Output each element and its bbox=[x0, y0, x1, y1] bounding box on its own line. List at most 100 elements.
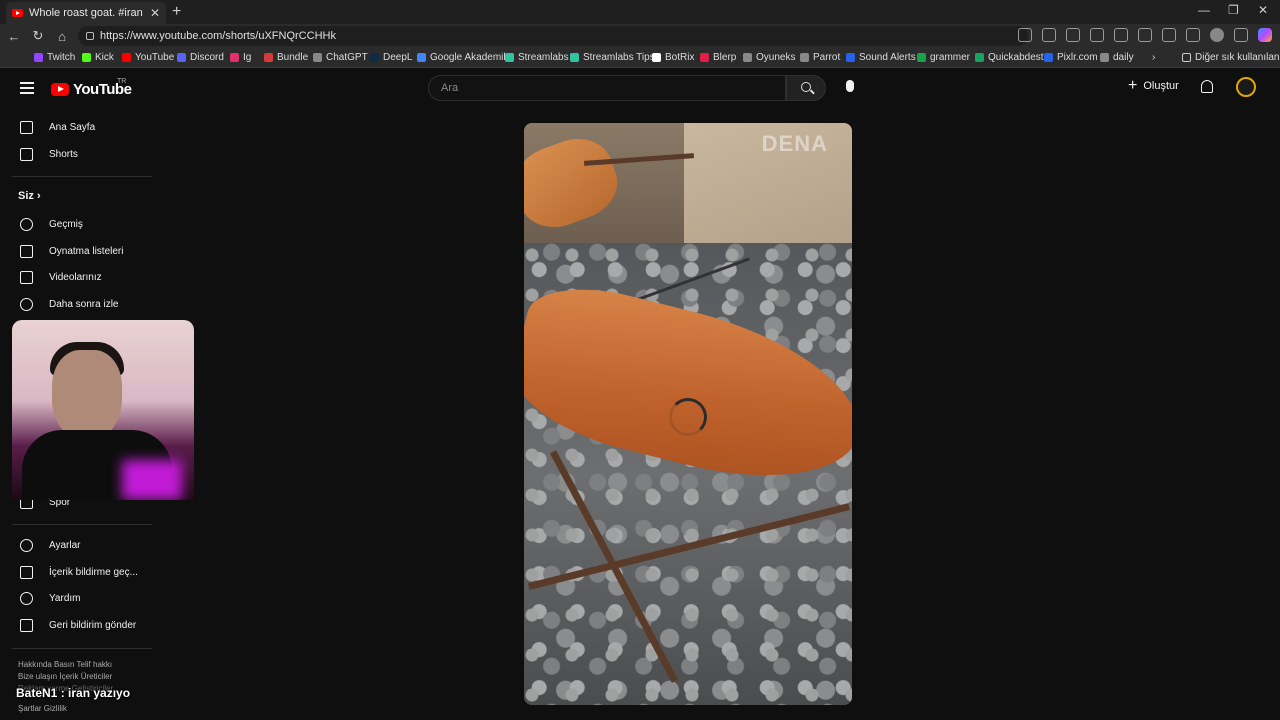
sidebar-item-help[interactable]: Yardım bbox=[12, 585, 152, 611]
profile-icon[interactable] bbox=[1210, 28, 1224, 42]
plus-icon: + bbox=[1128, 77, 1138, 94]
sidebar-item-report-history[interactable]: İçerik bildirme geç... bbox=[12, 559, 152, 585]
other-bookmarks-folder[interactable]: Diğer sık kullanılanlar bbox=[1182, 52, 1280, 63]
browser-tab-active[interactable]: Whole roast goat. #iran #rural - Y ✕ bbox=[6, 2, 166, 24]
shorts-video-player[interactable]: DENA bbox=[524, 123, 852, 705]
downloads-icon[interactable] bbox=[1162, 28, 1176, 42]
home-icon bbox=[20, 120, 33, 134]
bookmark-item[interactable]: Discord bbox=[177, 52, 224, 63]
close-window-button[interactable]: ✕ bbox=[1258, 3, 1268, 17]
sidebar-item-label: Videolarınız bbox=[49, 271, 102, 283]
footer-links[interactable]: Şartlar Gizlilik bbox=[18, 704, 67, 713]
divider bbox=[12, 176, 152, 177]
site-info-icon[interactable] bbox=[86, 32, 94, 40]
bookmark-favicon-icon bbox=[917, 53, 926, 62]
home-browser-icon[interactable]: ⌂ bbox=[50, 29, 74, 44]
sidebar-item-watch-later[interactable]: Daha sonra izle bbox=[12, 291, 152, 317]
extension-icon[interactable] bbox=[1018, 28, 1032, 42]
bookmark-item[interactable]: ChatGPT bbox=[313, 52, 368, 63]
close-tab-icon[interactable]: ✕ bbox=[150, 6, 160, 20]
collections-icon[interactable] bbox=[1138, 28, 1152, 42]
bookmark-label: Oyuneks bbox=[756, 52, 796, 63]
footer-links[interactable]: Hakkında Basın Telif hakkı bbox=[18, 660, 112, 669]
divider bbox=[12, 648, 152, 649]
address-toolbar: ← ↻ ⌂ https://www.youtube.com/shorts/uXF… bbox=[0, 24, 1280, 48]
sidebar-item-label: Oynatma listeleri bbox=[49, 245, 124, 257]
sidebar-item-settings[interactable]: Ayarlar bbox=[12, 532, 152, 558]
microphone-icon[interactable] bbox=[846, 80, 854, 92]
bookmark-label: daily bbox=[1113, 52, 1134, 63]
sidebar-item-home[interactable]: Ana Sayfa bbox=[12, 114, 152, 140]
sidebar-item-label: Ayarlar bbox=[49, 539, 81, 551]
bookmark-favicon-icon bbox=[652, 53, 661, 62]
favorites-icon[interactable] bbox=[1114, 28, 1128, 42]
bookmark-item[interactable]: Pixlr.com bbox=[1044, 52, 1098, 63]
new-tab-button[interactable]: + bbox=[172, 3, 181, 21]
sidebar-item-your-videos[interactable]: Videolarınız bbox=[12, 264, 152, 290]
sidebar-item-label: Ana Sayfa bbox=[49, 121, 96, 133]
extension-icon[interactable] bbox=[1066, 28, 1080, 42]
share-icon[interactable] bbox=[1186, 28, 1200, 42]
bookmark-item[interactable]: Streamlabs bbox=[505, 52, 569, 63]
restore-button[interactable]: ❐ bbox=[1228, 3, 1239, 17]
create-button[interactable]: + Oluştur bbox=[1128, 77, 1179, 94]
bookmark-item[interactable]: Parrot bbox=[800, 52, 840, 63]
bookmark-item[interactable]: Google Akademik bbox=[417, 52, 508, 63]
sidebar-item-feedback[interactable]: Geri bildirim gönder bbox=[12, 612, 152, 638]
bookmark-favicon-icon bbox=[122, 53, 131, 62]
sidebar-item-playlists[interactable]: Oynatma listeleri bbox=[12, 238, 152, 264]
sidebar-item-label: Yardım bbox=[49, 592, 81, 604]
gear-icon bbox=[20, 538, 33, 552]
bookmark-label: Parrot bbox=[813, 52, 841, 63]
bookmark-favicon-icon bbox=[1044, 53, 1053, 62]
avatar[interactable] bbox=[1236, 77, 1256, 97]
notifications-icon[interactable] bbox=[1201, 80, 1213, 93]
copilot-icon[interactable] bbox=[1258, 28, 1272, 42]
bookmark-label: BotRix bbox=[665, 52, 695, 63]
url-field[interactable]: https://www.youtube.com/shorts/uXFNQrCCH… bbox=[78, 26, 1028, 46]
menu-icon[interactable] bbox=[20, 82, 34, 94]
bookmark-item[interactable]: DeepL bbox=[370, 52, 412, 63]
more-options-icon[interactable] bbox=[1234, 28, 1248, 42]
bookmark-favicon-icon bbox=[264, 53, 273, 62]
bookmark-favicon-icon bbox=[34, 53, 43, 62]
bookmark-item[interactable]: Kick bbox=[82, 52, 114, 63]
bookmark-item[interactable]: Quickabdest bbox=[975, 52, 1044, 63]
stream-chat-message: BateN1 : iran yazıyo bbox=[16, 686, 130, 700]
sidebar-item-shorts[interactable]: Shorts bbox=[12, 141, 152, 167]
split-screen-icon[interactable] bbox=[1090, 28, 1104, 42]
you-section-heading[interactable]: Siz › bbox=[18, 190, 41, 202]
extension-icon[interactable] bbox=[1042, 28, 1056, 42]
bookmark-favicon-icon bbox=[1100, 53, 1109, 62]
bookmark-label: ChatGPT bbox=[326, 52, 368, 63]
sidebar-item-history[interactable]: Geçmiş bbox=[12, 211, 152, 237]
bookmark-item[interactable]: Oyuneks bbox=[743, 52, 795, 63]
refresh-icon[interactable]: ↻ bbox=[26, 28, 50, 44]
search-input[interactable]: Ara bbox=[428, 75, 786, 101]
sidebar-item-label: Daha sonra izle bbox=[49, 298, 119, 310]
bookmark-item[interactable]: Twitch bbox=[34, 52, 75, 63]
bookmark-label: Bundle bbox=[277, 52, 309, 63]
bookmark-favicon-icon bbox=[800, 53, 809, 62]
youtube-logo[interactable]: YouTube TR bbox=[51, 78, 132, 98]
search-button[interactable] bbox=[786, 75, 826, 101]
more-bookmarks-chevron-icon[interactable]: › bbox=[1152, 52, 1155, 63]
bookmark-favicon-icon bbox=[700, 53, 709, 62]
bookmark-favicon-icon bbox=[570, 53, 579, 62]
bookmark-item[interactable]: Blerp bbox=[700, 52, 736, 63]
playlists-icon bbox=[20, 244, 33, 258]
minimize-button[interactable]: — bbox=[1198, 3, 1210, 17]
shorts-icon bbox=[20, 147, 33, 161]
bookmark-item[interactable]: Bundle bbox=[264, 52, 308, 63]
bookmark-item[interactable]: Ig bbox=[230, 52, 251, 63]
bookmark-item[interactable]: Streamlabs Tips bbox=[570, 52, 655, 63]
back-icon[interactable]: ← bbox=[2, 29, 26, 44]
divider bbox=[12, 524, 152, 525]
bookmark-label: Quickabdest bbox=[988, 52, 1044, 63]
footer-links[interactable]: Bize ulaşın İçerik Üreticiler bbox=[18, 672, 112, 681]
bookmark-item[interactable]: YouTube bbox=[122, 52, 174, 63]
bookmark-item[interactable]: grammer bbox=[917, 52, 970, 63]
bookmark-item[interactable]: BotRix bbox=[652, 52, 694, 63]
bookmark-item[interactable]: Sound Alerts bbox=[846, 52, 916, 63]
bookmark-item[interactable]: daily bbox=[1100, 52, 1134, 63]
